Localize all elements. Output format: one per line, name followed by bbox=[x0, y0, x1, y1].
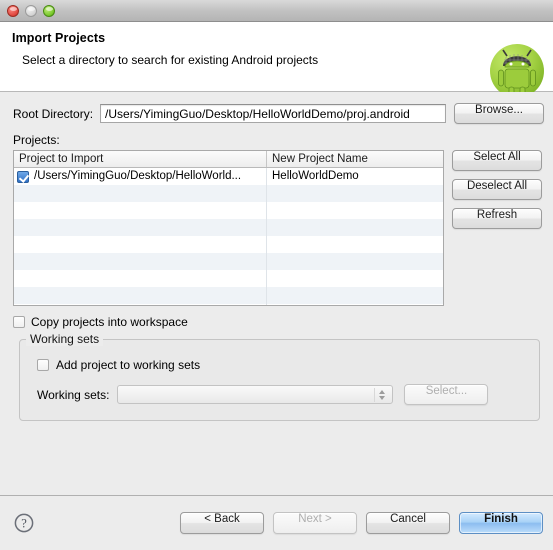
cell-empty bbox=[14, 253, 267, 270]
browse-button[interactable]: Browse... bbox=[454, 103, 544, 124]
table-action-buttons: Select All Deselect All Refresh bbox=[452, 150, 542, 229]
cell-empty bbox=[14, 236, 267, 253]
projects-label: Projects: bbox=[13, 133, 60, 147]
table-header-row: Project to Import New Project Name bbox=[14, 151, 443, 168]
window-controls bbox=[7, 4, 55, 17]
finish-button[interactable]: Finish bbox=[459, 512, 543, 534]
table-row-empty[interactable] bbox=[14, 287, 443, 304]
working-sets-combo[interactable] bbox=[117, 385, 394, 404]
cell-empty bbox=[267, 253, 443, 270]
cell-empty bbox=[267, 270, 443, 287]
question-mark-icon[interactable]: ? bbox=[14, 513, 34, 533]
dialog-footer: ? < Back Next > Cancel Finish bbox=[0, 495, 553, 550]
back-button[interactable]: < Back bbox=[180, 512, 264, 534]
cell-empty bbox=[267, 304, 443, 305]
root-directory-row: Root Directory: /Users/YimingGuo/Desktop… bbox=[0, 92, 553, 124]
select-all-button[interactable]: Select All bbox=[452, 150, 542, 171]
cell-empty bbox=[14, 270, 267, 287]
row-checkbox[interactable] bbox=[17, 170, 29, 183]
add-project-row[interactable]: Add project to working sets bbox=[37, 358, 539, 372]
cell-empty bbox=[267, 236, 443, 253]
cell-empty bbox=[14, 219, 267, 236]
import-projects-dialog: Import Projects Select a directory to se… bbox=[0, 0, 553, 550]
working-sets-select-button[interactable]: Select... bbox=[404, 384, 489, 405]
next-button[interactable]: Next > bbox=[273, 512, 357, 534]
table-row-empty[interactable] bbox=[14, 304, 443, 305]
working-sets-group-title: Working sets bbox=[26, 332, 104, 346]
table-row[interactable]: /Users/YimingGuo/Desktop/HelloWorld... H… bbox=[14, 168, 443, 185]
root-directory-input[interactable]: /Users/YimingGuo/Desktop/HelloWorldDemo/… bbox=[100, 104, 446, 123]
working-sets-select-row: Working sets: Select... bbox=[37, 384, 539, 405]
refresh-button[interactable]: Refresh bbox=[452, 208, 542, 229]
table-row-empty[interactable] bbox=[14, 236, 443, 253]
table-row-empty[interactable] bbox=[14, 270, 443, 287]
android-robot-icon bbox=[490, 44, 544, 98]
cell-empty bbox=[267, 202, 443, 219]
cell-empty bbox=[14, 202, 267, 219]
table-row-empty[interactable] bbox=[14, 202, 443, 219]
cell-empty bbox=[14, 287, 267, 304]
add-project-checkbox[interactable] bbox=[37, 359, 49, 371]
working-sets-group-content: Add project to working sets Working sets… bbox=[20, 340, 539, 405]
window-titlebar bbox=[0, 0, 553, 22]
table-row-empty[interactable] bbox=[14, 219, 443, 236]
copy-projects-checkbox[interactable] bbox=[13, 316, 25, 328]
table-row-empty[interactable] bbox=[14, 253, 443, 270]
footer-buttons: < Back Next > Cancel Finish bbox=[180, 512, 543, 534]
close-window-button[interactable] bbox=[7, 4, 19, 17]
projects-table[interactable]: Project to Import New Project Name /User… bbox=[13, 150, 444, 306]
column-header-project-to-import[interactable]: Project to Import bbox=[14, 151, 267, 167]
cell-new-project-name: HelloWorldDemo bbox=[272, 170, 359, 182]
page-title: Import Projects bbox=[12, 31, 106, 45]
cell-empty bbox=[14, 185, 267, 202]
column-header-new-project-name[interactable]: New Project Name bbox=[267, 151, 443, 167]
cell-empty bbox=[14, 304, 267, 305]
copy-projects-row[interactable]: Copy projects into workspace bbox=[0, 306, 553, 329]
dialog-body: Root Directory: /Users/YimingGuo/Desktop… bbox=[0, 92, 553, 495]
project-path-text: /Users/YimingGuo/Desktop/HelloWorld... bbox=[34, 170, 242, 182]
add-project-label: Add project to working sets bbox=[56, 358, 201, 372]
cell-empty bbox=[267, 185, 443, 202]
deselect-all-button[interactable]: Deselect All bbox=[452, 179, 542, 200]
cell-project-to-import: /Users/YimingGuo/Desktop/HelloWorld... bbox=[14, 168, 267, 185]
root-directory-label: Root Directory: bbox=[13, 106, 94, 121]
copy-projects-label: Copy projects into workspace bbox=[31, 315, 188, 329]
working-sets-label: Working sets: bbox=[37, 387, 110, 402]
table-row-empty[interactable] bbox=[14, 185, 443, 202]
page-subtitle: Select a directory to search for existin… bbox=[22, 53, 319, 67]
minimize-window-button[interactable] bbox=[25, 4, 37, 17]
working-sets-group: Working sets Add project to working sets… bbox=[19, 332, 540, 421]
cell-empty bbox=[267, 219, 443, 236]
stepper-arrows-icon[interactable] bbox=[374, 388, 388, 402]
dialog-header: Import Projects Select a directory to se… bbox=[0, 22, 553, 98]
svg-text:?: ? bbox=[21, 516, 27, 530]
projects-table-area: Project to Import New Project Name /User… bbox=[0, 150, 553, 306]
cell-empty bbox=[267, 287, 443, 304]
cancel-button[interactable]: Cancel bbox=[366, 512, 450, 534]
zoom-window-button[interactable] bbox=[43, 4, 55, 17]
